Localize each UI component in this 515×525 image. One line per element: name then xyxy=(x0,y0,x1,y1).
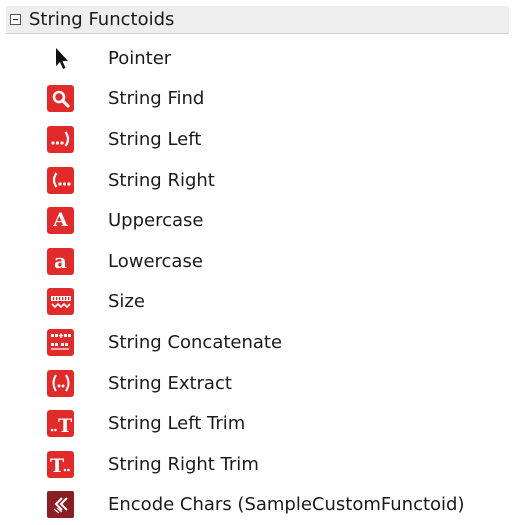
item-label: Uppercase xyxy=(108,210,204,232)
left-trim-icon: T xyxy=(47,410,74,438)
list-item-encode-chars[interactable]: Encode Chars (SampleCustomFunctoid) xyxy=(0,485,515,525)
item-label: String Left Trim xyxy=(108,413,246,435)
list-item-pointer[interactable]: Pointer xyxy=(0,38,515,79)
item-label: String Left xyxy=(108,128,202,150)
item-label: String Right Trim xyxy=(108,453,259,475)
extract-icon xyxy=(47,369,74,397)
list-item-string-extract[interactable]: String Extract xyxy=(0,363,515,404)
list-item-string-concatenate[interactable]: String Concatenate xyxy=(0,322,515,363)
list-item-string-right-trim[interactable]: T String Right Trim xyxy=(0,444,515,485)
item-label: String Concatenate xyxy=(108,331,283,353)
magnifier-icon xyxy=(47,85,74,113)
item-label: Pointer xyxy=(108,47,172,69)
svg-text:T: T xyxy=(50,455,64,475)
list-item-string-left-trim[interactable]: T String Left Trim xyxy=(0,403,515,444)
list-item-lowercase[interactable]: a Lowercase xyxy=(0,241,515,282)
pointer-arrow-icon xyxy=(47,45,74,72)
item-label: Size xyxy=(108,291,145,313)
item-label: Lowercase xyxy=(108,250,203,272)
lowercase-a-icon: a xyxy=(47,247,74,275)
list-item-string-right[interactable]: String Right xyxy=(0,160,515,201)
string-left-icon xyxy=(47,125,74,153)
item-label: Encode Chars (SampleCustomFunctoid) xyxy=(108,494,465,516)
encode-chars-icon xyxy=(47,491,74,519)
svg-text:T: T xyxy=(58,415,72,435)
list-item-string-find[interactable]: String Find xyxy=(0,79,515,120)
list-item-string-left[interactable]: String Left xyxy=(0,119,515,160)
group-title: String Functoids xyxy=(29,9,175,30)
collapse-minus-icon[interactable] xyxy=(10,14,21,25)
string-right-icon xyxy=(47,166,74,194)
list-item-size[interactable]: Size xyxy=(0,282,515,323)
item-label: String Extract xyxy=(108,372,232,394)
right-trim-icon: T xyxy=(47,450,74,478)
toolbox-panel: String Functoids Pointer String Find Str… xyxy=(0,0,515,520)
concatenate-icon xyxy=(47,328,74,356)
uppercase-a-icon: A xyxy=(47,207,74,235)
functoid-list: Pointer String Find String Left String R… xyxy=(0,38,515,525)
string-functoids-group-header[interactable]: String Functoids xyxy=(6,6,509,34)
list-item-uppercase[interactable]: A Uppercase xyxy=(0,200,515,241)
item-label: String Find xyxy=(108,88,205,110)
ruler-size-icon xyxy=(47,288,74,316)
item-label: String Right xyxy=(108,169,215,191)
